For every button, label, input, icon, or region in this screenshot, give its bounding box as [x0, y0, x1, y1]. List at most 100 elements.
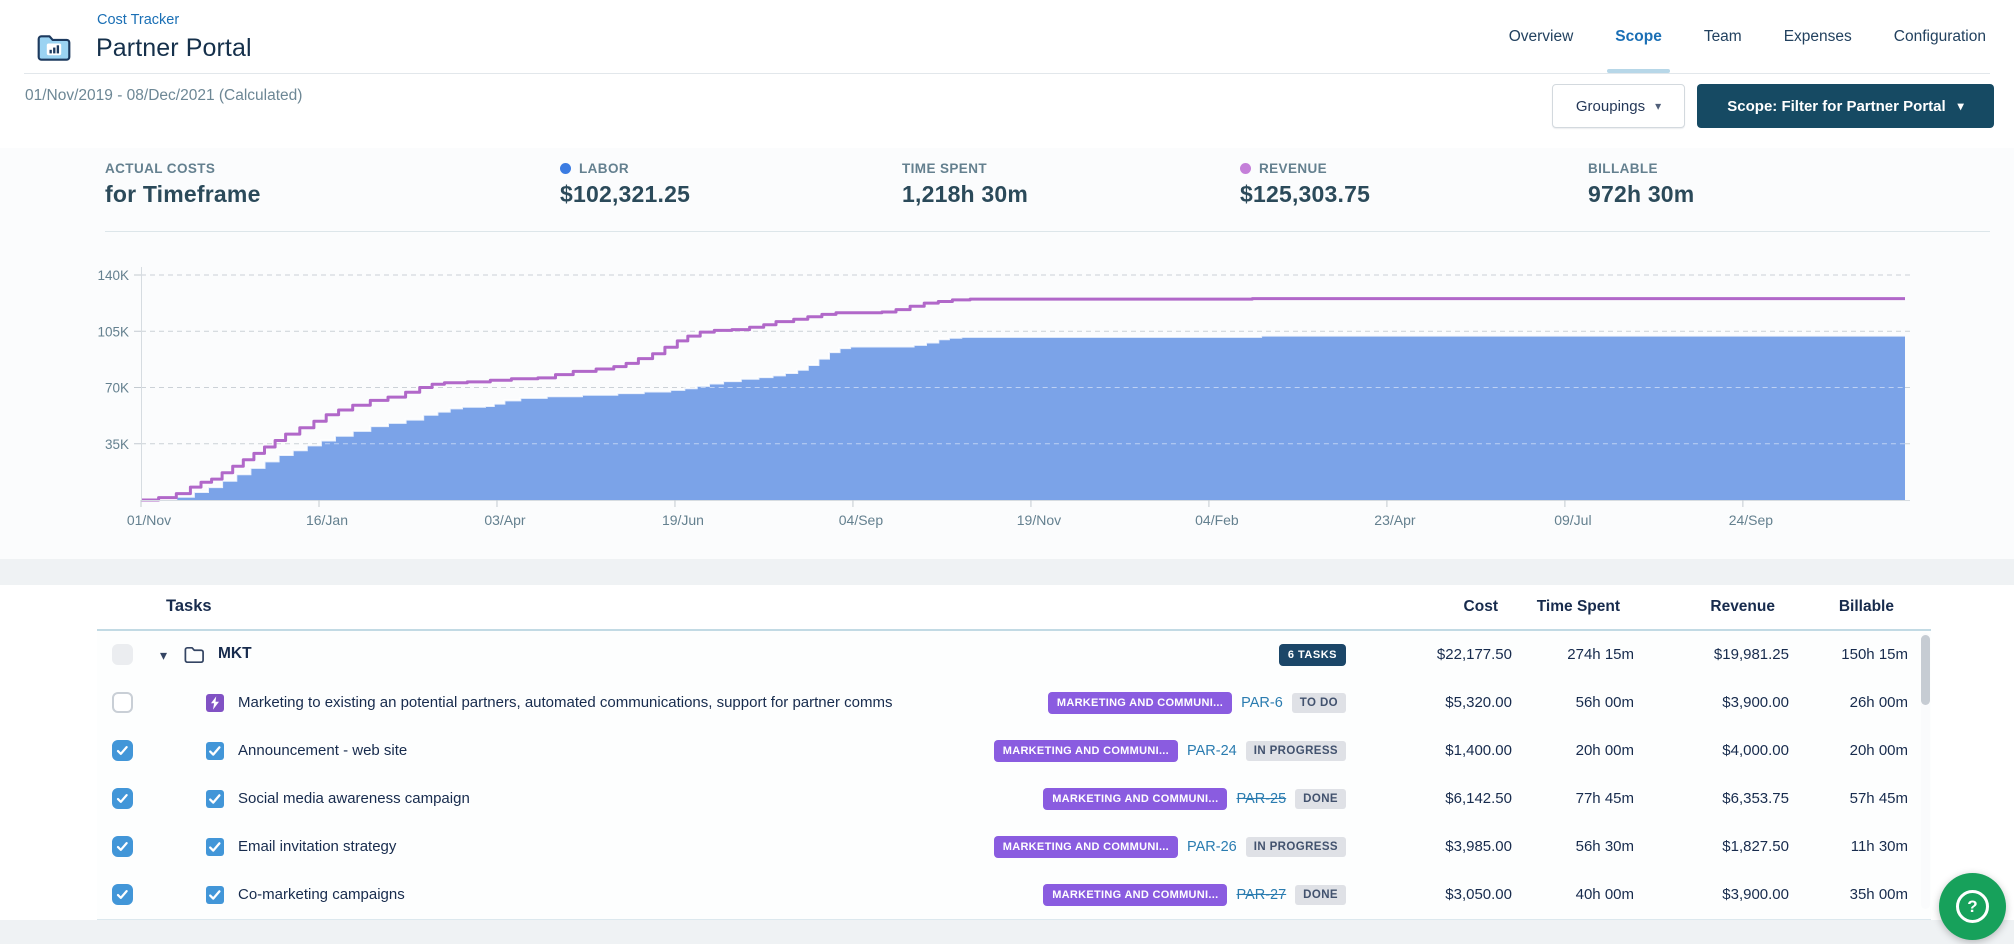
- task-summary: Social media awareness campaign: [238, 790, 470, 807]
- table-header: Tasks Cost Time Spent Revenue Billable: [0, 585, 2014, 629]
- task-summary: Marketing to existing an potential partn…: [238, 694, 893, 711]
- help-button[interactable]: ?: [1939, 873, 2006, 940]
- column-header-billable[interactable]: Billable: [1839, 598, 1894, 616]
- status-badge: IN PROGRESS: [1246, 837, 1346, 857]
- task-time-spent: 56h 30m: [1576, 838, 1634, 855]
- task-revenue: $1,827.50: [1722, 838, 1789, 855]
- table-scrollbar[interactable]: [1921, 633, 1930, 909]
- task-cost: $6,142.50: [1445, 790, 1512, 807]
- task-billable: 26h 00m: [1850, 694, 1908, 711]
- scrollbar-thumb[interactable]: [1921, 635, 1930, 705]
- group-revenue: $19,981.25: [1714, 646, 1789, 663]
- row-checkbox[interactable]: [112, 836, 133, 857]
- group-row-mkt[interactable]: ▾ MKT 6 TASKS $22,177.50 274h 15m $19,98…: [97, 631, 1931, 680]
- svg-text:04/Sep: 04/Sep: [839, 512, 884, 528]
- chevron-down-icon: ▾: [1655, 100, 1661, 112]
- help-icon: ?: [1956, 890, 1989, 923]
- task-summary: Email invitation strategy: [238, 838, 396, 855]
- table-row[interactable]: Email invitation strategy MARKETING AND …: [97, 823, 1931, 872]
- row-checkbox[interactable]: [112, 788, 133, 809]
- epic-type-icon: [206, 694, 224, 712]
- label-badge: MARKETING AND COMMUNI...: [994, 740, 1178, 762]
- table-row[interactable]: Social media awareness campaign MARKETIN…: [97, 775, 1931, 824]
- task-revenue: $3,900.00: [1722, 886, 1789, 903]
- svg-text:23/Apr: 23/Apr: [1374, 512, 1416, 528]
- svg-text:105K: 105K: [97, 324, 129, 339]
- group-checkbox[interactable]: [112, 644, 133, 665]
- tab-team[interactable]: Team: [1704, 0, 1742, 73]
- scope-filter-button-label: Scope: Filter for Partner Portal: [1727, 98, 1945, 115]
- table-row[interactable]: Announcement - web site MARKETING AND CO…: [97, 727, 1931, 776]
- tab-scope[interactable]: Scope: [1615, 0, 1662, 73]
- task-revenue: $4,000.00: [1722, 742, 1789, 759]
- tab-overview[interactable]: Overview: [1509, 0, 1574, 73]
- chevron-down-icon: ▾: [1958, 100, 1964, 112]
- task-billable: 35h 00m: [1850, 886, 1908, 903]
- expander-icon[interactable]: ▾: [160, 646, 167, 664]
- task-time-spent: 20h 00m: [1576, 742, 1634, 759]
- svg-text:16/Jan: 16/Jan: [306, 512, 348, 528]
- tab-configuration[interactable]: Configuration: [1894, 0, 1986, 73]
- groupings-button-label: Groupings: [1576, 98, 1645, 115]
- table-row[interactable]: Co-marketing campaigns MARKETING AND COM…: [97, 871, 1931, 920]
- svg-text:01/Nov: 01/Nov: [127, 512, 171, 528]
- issue-key-link[interactable]: PAR-24: [1187, 743, 1237, 759]
- section-gap: [0, 559, 2014, 585]
- task-cost: $3,985.00: [1445, 838, 1512, 855]
- svg-text:140K: 140K: [97, 268, 129, 283]
- column-header-time-spent[interactable]: Time Spent: [1537, 598, 1620, 616]
- issue-key-link[interactable]: PAR-27: [1236, 887, 1286, 903]
- groupings-button[interactable]: Groupings ▾: [1552, 84, 1685, 128]
- label-badge: MARKETING AND COMMUNI...: [1048, 692, 1232, 714]
- svg-text:03/Apr: 03/Apr: [484, 512, 526, 528]
- svg-text:70K: 70K: [105, 381, 129, 396]
- date-range-label: 01/Nov/2019 - 08/Dec/2021 (Calculated): [25, 87, 302, 105]
- task-billable: 11h 30m: [1851, 838, 1908, 855]
- task-type-icon: [206, 742, 224, 760]
- group-cost: $22,177.50: [1437, 646, 1512, 663]
- header-divider: [24, 73, 1990, 74]
- task-time-spent: 40h 00m: [1576, 886, 1634, 903]
- status-badge: IN PROGRESS: [1246, 741, 1346, 761]
- breadcrumb[interactable]: Cost Tracker: [97, 12, 179, 28]
- label-badge: MARKETING AND COMMUNI...: [1043, 788, 1227, 810]
- table-row[interactable]: Marketing to existing an potential partn…: [97, 679, 1931, 728]
- column-header-revenue[interactable]: Revenue: [1710, 598, 1775, 616]
- svg-text:04/Feb: 04/Feb: [1195, 512, 1239, 528]
- issue-key-link[interactable]: PAR-26: [1187, 839, 1237, 855]
- issue-key-link[interactable]: PAR-25: [1236, 791, 1286, 807]
- task-cost: $1,400.00: [1445, 742, 1512, 759]
- svg-text:35K: 35K: [105, 437, 129, 452]
- label-badge: MARKETING AND COMMUNI...: [1043, 884, 1227, 906]
- column-header-cost[interactable]: Cost: [1464, 598, 1498, 616]
- tasks-table: Tasks Cost Time Spent Revenue Billable ▾…: [0, 585, 2014, 944]
- task-type-icon: [206, 838, 224, 856]
- app-header: Cost Tracker Partner Portal Overview Sco…: [0, 0, 2014, 74]
- tab-expenses[interactable]: Expenses: [1784, 0, 1852, 73]
- task-summary: Announcement - web site: [238, 742, 407, 759]
- task-cost: $5,320.00: [1445, 694, 1512, 711]
- task-type-icon: [206, 790, 224, 808]
- scope-filter-button[interactable]: Scope: Filter for Partner Portal ▾: [1697, 84, 1994, 128]
- group-name: MKT: [218, 645, 252, 663]
- svg-text:19/Nov: 19/Nov: [1017, 512, 1061, 528]
- task-time-spent: 77h 45m: [1576, 790, 1634, 807]
- cost-tracker-logo-icon: [36, 30, 72, 66]
- status-badge: TO DO: [1292, 693, 1346, 713]
- nav-tabs: Overview Scope Team Expenses Configurati…: [1509, 0, 1986, 73]
- row-checkbox[interactable]: [112, 884, 133, 905]
- label-badge: MARKETING AND COMMUNI...: [994, 836, 1178, 858]
- bottom-strip: [0, 920, 2014, 944]
- issue-key-link[interactable]: PAR-6: [1241, 695, 1283, 711]
- task-billable: 20h 00m: [1850, 742, 1908, 759]
- task-time-spent: 56h 00m: [1576, 694, 1634, 711]
- folder-icon: [183, 644, 205, 666]
- svg-text:19/Jun: 19/Jun: [662, 512, 704, 528]
- row-checkbox[interactable]: [112, 692, 133, 713]
- row-checkbox[interactable]: [112, 740, 133, 761]
- task-summary: Co-marketing campaigns: [238, 886, 405, 903]
- task-revenue: $6,353.75: [1722, 790, 1789, 807]
- group-billable: 150h 15m: [1841, 646, 1908, 663]
- svg-text:24/Sep: 24/Sep: [1729, 512, 1774, 528]
- task-type-icon: [206, 886, 224, 904]
